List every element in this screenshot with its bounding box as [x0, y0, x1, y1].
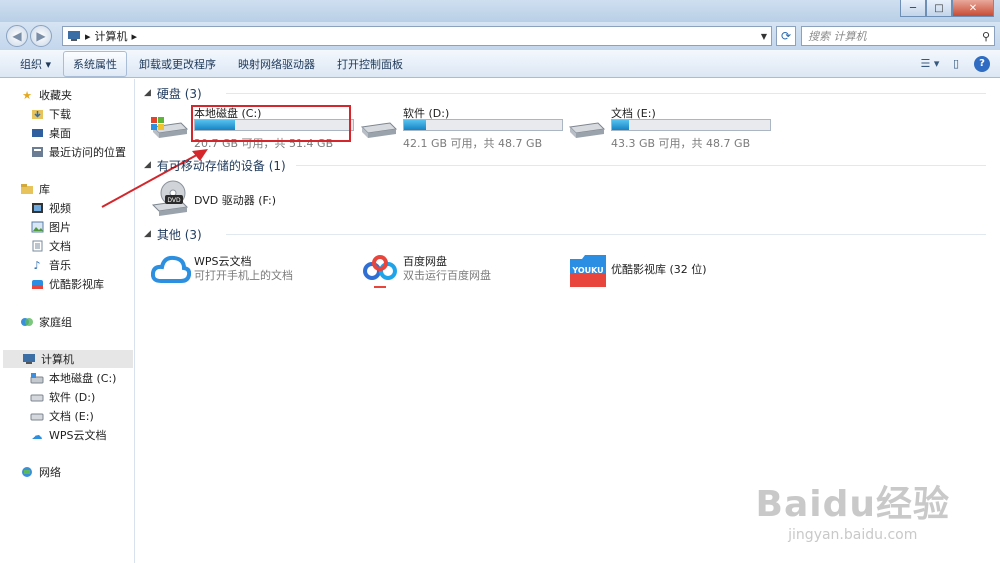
organize-button[interactable]: 组织 ▾ — [10, 51, 61, 77]
item-name: 优酷影视库 (32 位) — [611, 263, 707, 276]
sidebar-item-drive-d[interactable]: 软件 (D:) — [30, 388, 95, 406]
network-icon — [20, 466, 34, 479]
search-icon[interactable]: ⚲ — [982, 30, 990, 43]
item-description: 双击运行百度网盘 — [403, 269, 491, 282]
breadcrumb-separator[interactable]: ▸ — [132, 30, 138, 43]
minimize-button[interactable]: ─ — [900, 0, 926, 17]
cloud-icon: ☁ — [31, 428, 43, 442]
group-divider — [226, 234, 986, 235]
map-network-drive-button[interactable]: 映射网络驱动器 — [228, 51, 325, 77]
sidebar-item-drive-c[interactable]: 本地磁盘 (C:) — [30, 369, 116, 387]
system-drive-icon — [30, 372, 44, 385]
system-properties-button[interactable]: 系统属性 — [63, 50, 128, 77]
sidebar-item-documents[interactable]: 文档 — [30, 237, 71, 255]
chevron-down-icon[interactable]: ▼ — [757, 32, 771, 41]
drive-usage-bar — [611, 119, 771, 131]
sidebar-item-drive-e[interactable]: 文档 (E:) — [30, 407, 94, 425]
sidebar-item-network[interactable]: 网络 — [20, 463, 61, 481]
hard-drive-icon — [360, 122, 398, 138]
youku-library-icon: YOUKU — [570, 255, 606, 287]
group-header-removable[interactable]: ◢ 有可移动存储的设备 (1) — [144, 156, 286, 174]
sidebar-item-youku-library[interactable]: 优酷影视库 — [30, 275, 104, 293]
open-control-panel-button[interactable]: 打开控制面板 — [327, 51, 413, 77]
computer-icon — [22, 353, 36, 366]
sidebar-item-computer[interactable]: 计算机 — [3, 350, 133, 368]
drive-usage-fill — [612, 120, 630, 130]
svg-text:YOUKU: YOUKU — [571, 266, 603, 275]
sidebar-item-pictures[interactable]: 图片 — [30, 218, 71, 236]
sidebar-item-downloads[interactable]: 下载 — [30, 105, 71, 123]
baidu-netdisk-icon — [363, 255, 397, 288]
collapse-arrow-icon: ◢ — [144, 160, 151, 170]
breadcrumb-computer[interactable]: 计算机 — [95, 28, 128, 44]
homegroup-icon — [20, 316, 34, 329]
star-icon: ★ — [22, 88, 32, 102]
youku-library-icon — [30, 278, 44, 291]
desktop-icon — [30, 127, 44, 140]
hard-drive-icon — [30, 391, 44, 404]
back-button[interactable]: ◀ — [6, 25, 28, 47]
toolbar-right: ☰ ▾ ▯ ? — [920, 54, 992, 72]
address-row: ◀ ▶ ▸ 计算机 ▸ ▼ ⟳ 搜索 计算机 ⚲ — [0, 22, 1000, 50]
cloud-icon — [151, 255, 191, 283]
group-header-other[interactable]: ◢ 其他 (3) — [144, 225, 202, 243]
sidebar-item-libraries[interactable]: 库 — [20, 180, 50, 198]
drive-space-info: 42.1 GB 可用，共 48.7 GB — [403, 137, 543, 150]
computer-icon — [67, 30, 81, 43]
sidebar-item-homegroup[interactable]: 家庭组 — [20, 313, 72, 331]
drive-item-d[interactable]: 软件 (D:) 42.1 GB 可用，共 48.7 GB — [360, 105, 570, 150]
sidebar-item-favorites[interactable]: ★ 收藏夹 — [20, 86, 72, 104]
maximize-button[interactable]: □ — [926, 0, 952, 17]
collapse-arrow-icon: ◢ — [144, 229, 151, 239]
refresh-button[interactable]: ⟳ — [776, 26, 796, 46]
drive-item-e[interactable]: 文档 (E:) 43.3 GB 可用，共 48.7 GB — [568, 105, 778, 150]
group-divider — [296, 165, 986, 166]
download-folder-icon — [30, 108, 44, 121]
uninstall-program-button[interactable]: 卸载或更改程序 — [129, 51, 226, 77]
breadcrumb-separator[interactable]: ▸ — [85, 30, 91, 43]
baidu-watermark: Baidu经验 jingyan.baidu.com — [755, 484, 950, 543]
hard-drive-icon — [568, 122, 606, 138]
view-options-icon[interactable]: ☰ ▾ — [920, 54, 940, 72]
address-bar[interactable]: ▸ 计算机 ▸ ▼ — [62, 26, 772, 46]
annotation-highlight-box — [191, 105, 351, 142]
title-bar: ─ □ ✕ — [0, 0, 1000, 22]
dvd-drive-name: DVD 驱动器 (F:) — [194, 194, 277, 207]
sidebar-item-desktop[interactable]: 桌面 — [30, 124, 71, 142]
search-placeholder: 搜索 计算机 — [808, 30, 867, 43]
dvd-drive-icon: DVD — [151, 180, 189, 216]
recent-places-icon — [30, 146, 44, 159]
collapse-arrow-icon: ◢ — [144, 88, 151, 98]
window-controls: ─ □ ✕ — [900, 0, 994, 17]
picture-icon — [30, 221, 44, 234]
svg-text:DVD: DVD — [167, 197, 181, 204]
drive-space-info: 43.3 GB 可用，共 48.7 GB — [611, 137, 751, 150]
forward-button[interactable]: ▶ — [30, 25, 52, 47]
system-drive-icon — [151, 117, 189, 138]
group-header-hard-disks[interactable]: ◢ 硬盘 (3) — [144, 84, 202, 102]
help-icon: ? — [974, 55, 990, 72]
drive-usage-bar — [403, 119, 563, 131]
preview-pane-icon[interactable]: ▯ — [946, 54, 966, 72]
search-input[interactable]: 搜索 计算机 ⚲ — [801, 26, 995, 46]
drive-usage-fill — [404, 120, 427, 130]
content-pane: ◢ 硬盘 (3) 本地磁盘 (C:) 20.7 GB 可用，共 51.4 GB … — [101, 79, 1000, 563]
hard-drive-icon — [30, 410, 44, 423]
sidebar-item-music[interactable]: ♪ 音乐 — [30, 256, 71, 274]
music-icon: ♪ — [33, 258, 41, 272]
sidebar-item-videos[interactable]: 视频 — [30, 199, 71, 217]
document-icon — [30, 240, 44, 253]
command-toolbar: 组织 ▾ 系统属性 卸载或更改程序 映射网络驱动器 打开控制面板 ☰ ▾ ▯ ? — [0, 50, 1000, 78]
library-icon — [20, 183, 34, 196]
video-icon — [30, 202, 44, 215]
item-description: 可打开手机上的文档 — [194, 269, 293, 282]
group-divider — [226, 93, 986, 94]
close-button[interactable]: ✕ — [952, 0, 994, 17]
help-button[interactable]: ? — [972, 54, 992, 72]
sidebar-item-wps-cloud[interactable]: ☁ WPS云文档 — [30, 426, 107, 444]
